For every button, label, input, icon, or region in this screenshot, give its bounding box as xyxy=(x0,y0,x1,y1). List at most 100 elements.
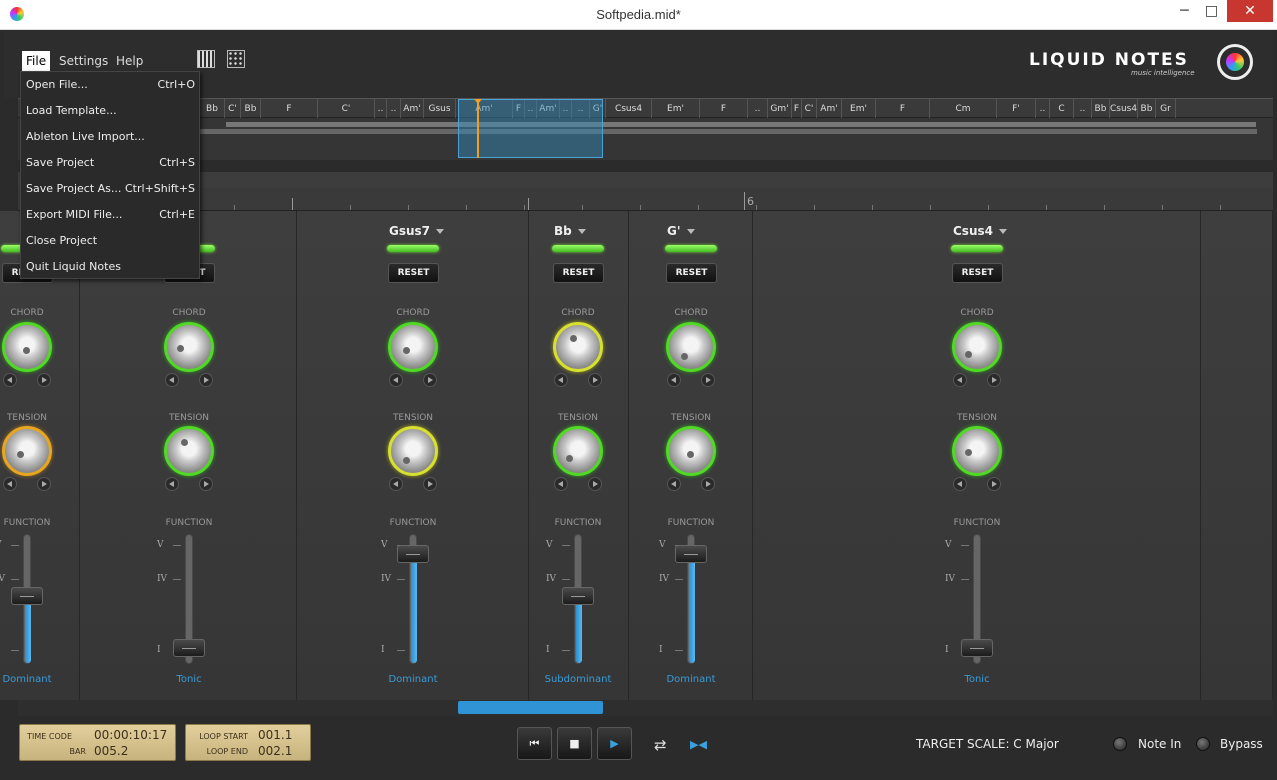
chord-next-arrow-icon[interactable] xyxy=(199,373,213,387)
chord-timeline-strip[interactable]: Bb C' Bb F C'.... Am' Gsus Am' F.. Am'.... G' Csus4… xyxy=(18,98,1273,119)
chord-knob[interactable] xyxy=(164,322,214,372)
playhead[interactable] xyxy=(477,100,479,158)
chord-strip-cell[interactable]: Csus4 xyxy=(606,99,652,119)
chord-strip-cell[interactable]: Bb xyxy=(1138,99,1156,119)
chord-name-selector[interactable]: G' xyxy=(667,224,695,238)
chord-prev-arrow-icon[interactable] xyxy=(554,373,568,387)
function-slider-thumb[interactable] xyxy=(961,639,993,657)
chord-prev-arrow-icon[interactable] xyxy=(3,373,17,387)
tension-prev-arrow-icon[interactable] xyxy=(3,477,17,491)
tension-next-arrow-icon[interactable] xyxy=(987,477,1001,491)
minimize-button[interactable]: ─ xyxy=(1171,0,1198,22)
tension-knob[interactable] xyxy=(952,426,1002,476)
chord-strip-cell[interactable]: Bb xyxy=(1092,99,1110,119)
chord-strip-cell[interactable]: Am' xyxy=(817,99,842,119)
chord-strip-cell[interactable]: F' xyxy=(997,99,1036,119)
tension-next-arrow-icon[interactable] xyxy=(701,477,715,491)
chord-name-selector[interactable]: Csus4 xyxy=(953,224,1007,238)
reset-button[interactable]: RESET xyxy=(553,263,604,283)
chord-next-arrow-icon[interactable] xyxy=(37,373,51,387)
tension-knob[interactable] xyxy=(164,426,214,476)
tension-prev-arrow-icon[interactable] xyxy=(953,477,967,491)
function-slider-thumb[interactable] xyxy=(397,545,429,563)
chord-next-arrow-icon[interactable] xyxy=(701,373,715,387)
chord-strip-cell[interactable]: .. xyxy=(375,99,387,119)
tension-knob[interactable] xyxy=(2,426,52,476)
rewind-button[interactable]: ⏮ xyxy=(517,727,552,760)
function-slider-thumb[interactable] xyxy=(675,545,707,563)
chord-strip-cell[interactable]: C' xyxy=(225,99,241,119)
bypass-indicator[interactable] xyxy=(1196,737,1210,751)
chord-strip-cell[interactable]: F xyxy=(876,99,930,119)
chord-strip-cell[interactable]: F xyxy=(700,99,748,119)
file-menu-item[interactable]: Open File... Ctrl+O xyxy=(21,72,199,98)
chord-strip-cell[interactable]: Gm' xyxy=(768,99,792,119)
loop-icon[interactable]: ⇄ xyxy=(654,736,667,754)
menu-settings[interactable]: Settings xyxy=(55,51,112,71)
chord-strip-cell[interactable]: Am' xyxy=(401,99,424,119)
tension-prev-arrow-icon[interactable] xyxy=(554,477,568,491)
stop-button[interactable]: ■ xyxy=(557,727,592,760)
function-slider-thumb[interactable] xyxy=(11,587,43,606)
chord-next-arrow-icon[interactable] xyxy=(423,373,437,387)
play-button[interactable]: ▶ xyxy=(597,727,632,760)
chord-prev-arrow-icon[interactable] xyxy=(389,373,403,387)
tension-prev-arrow-icon[interactable] xyxy=(389,477,403,491)
file-menu-item[interactable]: Ableton Live Import... xyxy=(21,124,199,150)
menu-file[interactable]: File xyxy=(22,51,51,71)
chord-strip-cell[interactable]: .. xyxy=(1036,99,1050,119)
timeline-overview[interactable] xyxy=(18,118,1273,160)
file-menu-item[interactable]: Load Template... xyxy=(21,98,199,124)
piano-view-icon[interactable] xyxy=(197,50,215,68)
chord-prev-arrow-icon[interactable] xyxy=(953,373,967,387)
chord-knob[interactable] xyxy=(553,322,603,372)
tension-knob[interactable] xyxy=(388,426,438,476)
tension-prev-arrow-icon[interactable] xyxy=(667,477,681,491)
scrollbar-thumb[interactable] xyxy=(458,701,603,714)
grid-view-icon[interactable] xyxy=(227,50,245,68)
tension-prev-arrow-icon[interactable] xyxy=(165,477,179,491)
chord-strip-cell[interactable]: Csus4 xyxy=(1110,99,1138,119)
chord-name-selector[interactable]: Gsus7 xyxy=(389,224,445,238)
chord-prev-arrow-icon[interactable] xyxy=(667,373,681,387)
chord-strip-cell[interactable]: Bb xyxy=(241,99,261,119)
chord-strip-cell[interactable]: .. xyxy=(748,99,768,119)
reset-button[interactable]: RESET xyxy=(952,263,1003,283)
chord-strip-cell[interactable]: Cm xyxy=(930,99,997,119)
chord-strip-cell[interactable]: C' xyxy=(802,99,817,119)
function-slider-thumb[interactable] xyxy=(173,639,205,657)
horizontal-scrollbar[interactable] xyxy=(18,700,1273,716)
menu-help[interactable]: Help xyxy=(112,51,147,71)
tension-next-arrow-icon[interactable] xyxy=(199,477,213,491)
chord-strip-cell[interactable]: Gr xyxy=(1156,99,1176,119)
chord-knob[interactable] xyxy=(2,322,52,372)
tension-next-arrow-icon[interactable] xyxy=(423,477,437,491)
chord-strip-cell[interactable]: C xyxy=(1050,99,1074,119)
function-slider-thumb[interactable] xyxy=(562,587,594,606)
file-menu-item[interactable]: Export MIDI File... Ctrl+E xyxy=(21,202,199,228)
chord-strip-cell[interactable]: Gsus xyxy=(424,99,456,119)
chord-name-selector[interactable]: Bb xyxy=(554,224,586,238)
chord-strip-cell[interactable]: F xyxy=(261,99,318,119)
loop-selection[interactable] xyxy=(458,99,603,158)
file-menu-item[interactable]: Close Project xyxy=(21,228,199,254)
chord-next-arrow-icon[interactable] xyxy=(987,373,1001,387)
note-in-indicator[interactable] xyxy=(1113,737,1127,751)
close-button[interactable]: ✕ xyxy=(1227,0,1273,22)
playhead-marker-icon[interactable] xyxy=(474,99,482,104)
bar-ruler[interactable]: 6 xyxy=(18,188,1273,211)
chord-knob[interactable] xyxy=(952,322,1002,372)
maximize-button[interactable]: □ xyxy=(1198,0,1225,22)
file-menu-item[interactable]: Save Project As... Ctrl+Shift+S xyxy=(21,176,199,202)
file-menu-item[interactable]: Save Project Ctrl+S xyxy=(21,150,199,176)
reset-button[interactable]: RESET xyxy=(666,263,717,283)
tension-next-arrow-icon[interactable] xyxy=(37,477,51,491)
chord-strip-cell[interactable]: Em' xyxy=(652,99,700,119)
tension-knob[interactable] xyxy=(666,426,716,476)
chord-strip-cell[interactable]: C' xyxy=(318,99,375,119)
follow-icon[interactable]: ▶◀ xyxy=(690,738,707,751)
chord-strip-cell[interactable]: .. xyxy=(387,99,401,119)
chord-strip-cell[interactable]: Em' xyxy=(842,99,876,119)
chord-strip-cell[interactable]: Bb xyxy=(200,99,225,119)
chord-knob[interactable] xyxy=(666,322,716,372)
